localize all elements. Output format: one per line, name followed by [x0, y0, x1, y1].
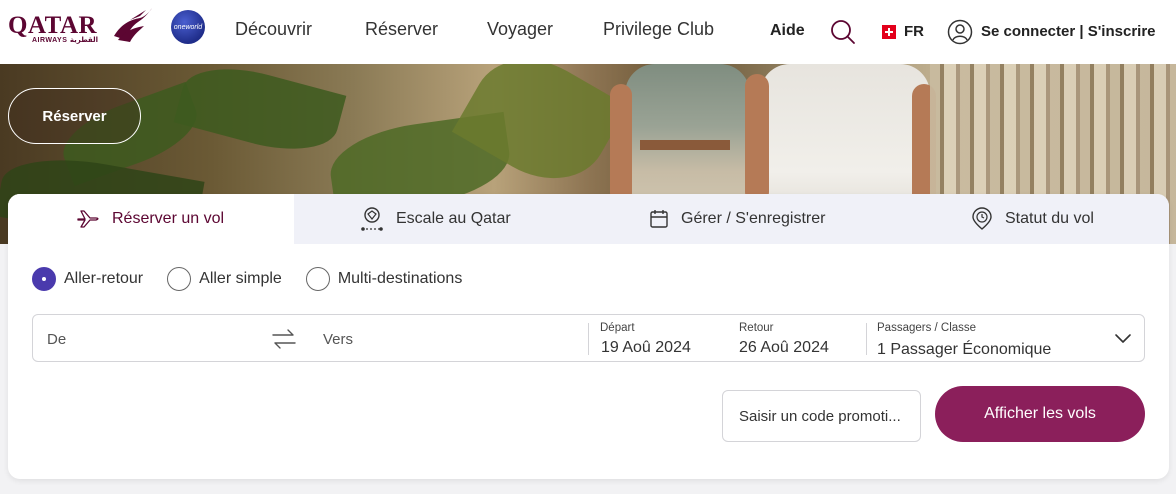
tab-manage-checkin[interactable]: Gérer / S'enregistrer	[649, 194, 825, 244]
radio-label: Multi-destinations	[337, 270, 463, 287]
swiss-flag-icon[interactable]	[882, 25, 896, 39]
radio-one-way[interactable]: Aller simple	[167, 267, 282, 291]
flight-search-bar: De Vers Départ 19 Aoû 2024 Retour 26 Aoû…	[32, 314, 1145, 362]
swap-arrows-icon[interactable]	[271, 327, 297, 351]
radio-indicator	[305, 267, 330, 291]
show-flights-button[interactable]: Afficher les vols	[935, 386, 1145, 442]
radio-label: Aller simple	[199, 270, 282, 287]
tab-label: Escale au Qatar	[396, 210, 511, 227]
logo-subtitle: AIRWAYS القطرية	[32, 37, 98, 44]
departure-label: Départ	[600, 322, 635, 334]
departure-date[interactable]: 19 Aoû 2024	[601, 339, 691, 357]
clock-pin-icon	[972, 207, 992, 230]
tab-stopover-qatar[interactable]: Escale au Qatar	[360, 194, 511, 244]
promo-code-input[interactable]: Saisir un code promoti...	[722, 390, 921, 442]
tab-flight-status[interactable]: Statut du vol	[971, 194, 1094, 244]
chevron-down-icon[interactable]	[1114, 331, 1132, 345]
arm	[745, 74, 769, 204]
tab-label: Réserver un vol	[112, 210, 225, 227]
belt	[640, 140, 730, 150]
return-date[interactable]: 26 Aoû 2024	[739, 339, 829, 357]
language-selector[interactable]: FR	[904, 23, 924, 40]
plane-icon	[77, 210, 99, 228]
oryx-logo-icon	[114, 8, 152, 42]
to-field[interactable]: Vers	[323, 331, 353, 348]
radio-selected-indicator	[32, 267, 56, 291]
calendar-icon	[650, 210, 668, 228]
trip-type-group: Aller-retour Aller simple Multi-destinat…	[32, 267, 486, 291]
passengers-class-selector[interactable]: 1 Passager Économique	[877, 341, 1051, 359]
top-header: QATAR AIRWAYS القطرية oneworld Découvrir…	[0, 0, 1176, 64]
radio-round-trip[interactable]: Aller-retour	[32, 267, 143, 291]
radio-indicator	[167, 267, 192, 291]
radio-multi-city[interactable]: Multi-destinations	[305, 267, 463, 291]
arm	[610, 84, 632, 204]
qatar-airways-logo[interactable]: QATAR AIRWAYS القطرية	[8, 6, 152, 46]
stopover-icon	[361, 207, 383, 231]
nav-reserver[interactable]: Réserver	[365, 19, 438, 40]
user-icon[interactable]	[947, 19, 973, 45]
field-divider	[588, 323, 589, 355]
field-divider	[866, 323, 867, 355]
hero-reserve-button[interactable]: Réserver	[8, 88, 141, 144]
return-label: Retour	[739, 322, 774, 334]
nav-decouvrir[interactable]: Découvrir	[235, 19, 312, 40]
help-link[interactable]: Aide	[770, 22, 805, 40]
search-icon[interactable]	[830, 19, 856, 45]
oneworld-logo[interactable]: oneworld	[171, 10, 205, 44]
login-signup-link[interactable]: Se connecter | S'inscrire	[981, 23, 1156, 40]
tab-label: Gérer / S'enregistrer	[681, 210, 826, 227]
booking-widget: Réserver un vol Escale au Qatar Gérer / …	[8, 194, 1169, 479]
nav-voyager[interactable]: Voyager	[487, 19, 553, 40]
palm-leaf	[173, 64, 347, 164]
booking-tabs: Réserver un vol Escale au Qatar Gérer / …	[8, 194, 1169, 244]
passengers-label: Passagers / Classe	[877, 322, 977, 334]
tab-label: Statut du vol	[1005, 210, 1094, 227]
radio-label: Aller-retour	[64, 270, 144, 287]
from-field[interactable]: De	[47, 331, 66, 348]
nav-privilege-club[interactable]: Privilege Club	[603, 19, 714, 40]
tab-book-flight[interactable]: Réserver un vol	[8, 194, 294, 244]
